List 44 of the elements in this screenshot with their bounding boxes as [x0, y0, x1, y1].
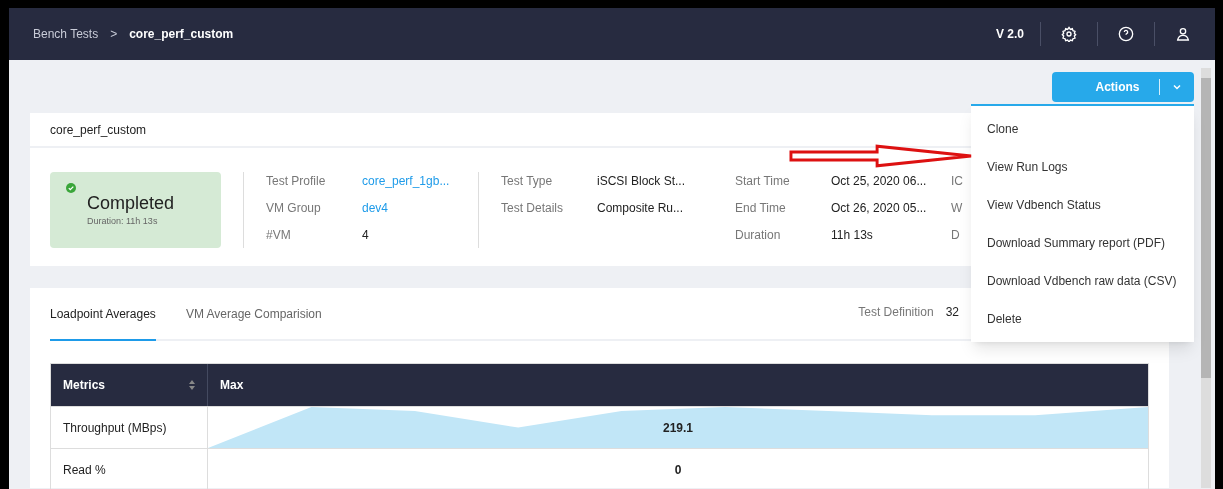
field-value: 4	[362, 227, 370, 244]
menu-item[interactable]: Download Summary report (PDF)	[971, 224, 1194, 262]
menu-item[interactable]: View Run Logs	[971, 148, 1194, 186]
status-text: Completed	[87, 192, 176, 215]
scrollbar[interactable]	[1201, 68, 1211, 488]
check-circle-icon	[66, 183, 76, 193]
help-icon[interactable]	[1118, 26, 1134, 42]
column-header[interactable]: Max	[208, 364, 1148, 406]
breadcrumb-link[interactable]: core_perf_custom	[129, 25, 234, 43]
field-value: Oct 26, 2020 05...	[831, 200, 927, 217]
column-header[interactable]: Metrics	[51, 364, 208, 406]
tab[interactable]: VM Average Comparision	[185, 305, 322, 339]
table-cell: Read %	[51, 449, 208, 489]
field-value: Oct 25, 2020 06...	[831, 173, 927, 190]
field-label: VM Group	[266, 200, 322, 217]
field-label: End Time	[735, 200, 787, 217]
tab[interactable]: Loadpoint Averages	[50, 305, 156, 341]
breadcrumb-separator: >	[110, 26, 118, 43]
field-label: IC	[951, 173, 963, 190]
menu-item[interactable]: View Vdbench Status	[971, 186, 1194, 224]
field-label: Duration	[735, 227, 782, 244]
menu-item[interactable]: Delete	[971, 300, 1194, 338]
user-icon[interactable]	[1175, 26, 1191, 42]
settings-icon[interactable]	[1061, 26, 1077, 42]
table-cell-text: 219.1	[663, 419, 693, 437]
field-label: Start Time	[735, 173, 791, 190]
field-value: Composite Ru...	[597, 200, 685, 217]
table-cell: Throughput (MBps)	[51, 407, 208, 448]
test-definition-value: 32	[945, 304, 959, 321]
menu-item[interactable]: Download Vdbench raw data (CSV)	[971, 262, 1194, 300]
field-label: Test Type	[501, 173, 554, 190]
breadcrumb-link[interactable]: Bench Tests	[33, 25, 99, 43]
table-cell-text: 0	[674, 461, 682, 479]
field-label: D	[951, 227, 961, 244]
field-value: 11h 13s	[831, 227, 874, 244]
field-label: Test Profile	[266, 173, 327, 190]
test-definition-label: Test Definition	[858, 304, 934, 321]
duration-text: Duration: 11h 13s	[87, 214, 159, 228]
field-label: #VM	[266, 227, 292, 244]
field-label: Test Details	[501, 200, 565, 217]
field-label: W	[951, 200, 963, 217]
sort-icon	[189, 380, 195, 390]
field-value: iSCSI Block St...	[597, 173, 686, 190]
version-label: V 2.0	[995, 26, 1025, 43]
